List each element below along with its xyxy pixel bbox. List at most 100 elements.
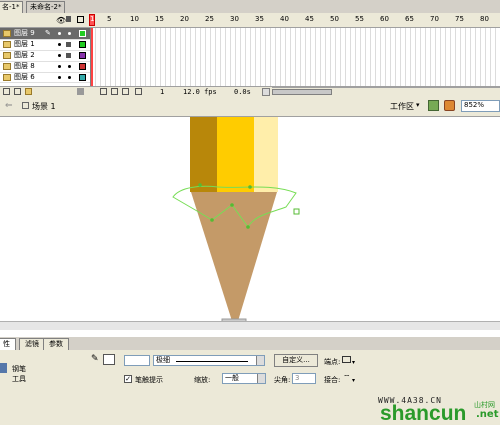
visibility-dot[interactable]	[58, 43, 61, 46]
ruler-tick: 15	[155, 15, 164, 23]
lock-dot[interactable]	[68, 32, 71, 35]
visibility-dot[interactable]	[58, 65, 61, 68]
join-label: 接合:	[324, 376, 341, 384]
outline-color-box[interactable]	[79, 63, 86, 70]
outline-color-box[interactable]	[79, 41, 86, 48]
ruler-tick: 35	[255, 15, 264, 23]
ruler-tick: 70	[430, 15, 439, 23]
scene-icon	[22, 102, 29, 109]
visibility-dot[interactable]	[58, 76, 61, 79]
miter-field[interactable]: 3	[292, 373, 316, 384]
chevron-down-icon[interactable]	[256, 356, 264, 365]
ruler-tick: 55	[355, 15, 364, 23]
lock-icon[interactable]	[66, 42, 71, 47]
layer-row[interactable]: 图层 6	[0, 72, 90, 83]
layer-icon	[3, 52, 11, 59]
center-frame-icon[interactable]	[100, 88, 107, 95]
chevron-down-icon[interactable]: ▾	[352, 359, 355, 366]
cap-label: 端点:	[324, 358, 341, 366]
timeline-scrollbar[interactable]	[272, 87, 500, 97]
visibility-dot[interactable]	[58, 54, 61, 57]
lock-dot[interactable]	[68, 76, 71, 79]
onion-outline-icon[interactable]	[122, 88, 129, 95]
scale-label: 缩放:	[194, 376, 211, 384]
ruler-tick: 40	[280, 15, 289, 23]
zoom-field[interactable]: 852%	[461, 100, 500, 112]
tab-properties[interactable]: 性	[0, 338, 16, 350]
stage-canvas[interactable]	[0, 117, 500, 327]
properties-panel: 钢笔 工具 ✎ 极细 自定义... 端点: ▾ ✓ 笔触提示 缩放: 一般 尖角…	[0, 350, 500, 425]
stroke-style-preview	[176, 361, 248, 362]
doc-tab-2[interactable]: 未命名-2*	[26, 1, 66, 13]
ruler-tick: 50	[330, 15, 339, 23]
stroke-hint-label: 笔触提示	[135, 376, 163, 384]
layer-list: 图层 9 ✎ 图层 1 图层 2 图层 8 图层 6	[0, 28, 91, 86]
stroke-color-swatch[interactable]	[103, 354, 115, 365]
pencil-dark-stripe	[190, 117, 217, 192]
layer-name: 图层 8	[14, 62, 35, 70]
chevron-down-icon[interactable]: ▾	[352, 377, 355, 384]
delete-layer-icon[interactable]	[77, 88, 84, 95]
outline-color-box[interactable]	[79, 30, 86, 37]
lock-icon[interactable]	[66, 16, 71, 22]
handle-point	[293, 208, 300, 215]
doc-tab-1[interactable]: 名-1*	[0, 1, 24, 13]
pencil-light-stripe	[254, 117, 278, 192]
add-folder-icon[interactable]	[25, 88, 32, 95]
outline-color-box[interactable]	[79, 74, 86, 81]
ruler-tick: 75	[455, 15, 464, 23]
visibility-dot[interactable]	[58, 32, 61, 35]
ruler-tick: 80	[480, 15, 489, 23]
watermark-net: .net	[476, 409, 499, 420]
ruler-tick: 60	[380, 15, 389, 23]
tab-filters[interactable]: 滤镜	[19, 338, 45, 350]
lock-dot[interactable]	[68, 65, 71, 68]
layer-name: 图层 1	[14, 40, 35, 48]
stroke-style-select[interactable]: 极细	[153, 355, 265, 366]
ruler-tick: 30	[230, 15, 239, 23]
edit-scene-icon[interactable]	[428, 100, 439, 111]
onion-skin-icon[interactable]	[111, 88, 118, 95]
custom-button[interactable]: 自定义...	[274, 354, 318, 367]
edit-symbol-icon[interactable]	[444, 100, 455, 111]
chevron-down-icon[interactable]: ▾	[416, 101, 420, 109]
add-guide-icon[interactable]	[14, 88, 21, 95]
pen-tool-icon	[0, 363, 7, 373]
outline-icon[interactable]	[77, 16, 84, 23]
scale-select[interactable]: 一般	[222, 373, 266, 384]
stroke-hint-checkbox[interactable]: ✓	[124, 375, 132, 383]
layer-icon	[3, 74, 11, 81]
chevron-down-icon[interactable]	[257, 374, 265, 383]
back-arrow-icon[interactable]: ⇐	[5, 101, 13, 111]
edit-multiple-icon[interactable]	[135, 88, 142, 95]
panel-tab-bar: 性 滤镜 参数	[0, 337, 500, 351]
anchor-point	[198, 183, 202, 187]
current-frame: 1	[160, 88, 165, 96]
stroke-pencil-icon: ✎	[91, 354, 99, 364]
frame-grid[interactable]	[91, 28, 500, 86]
layer-name: 图层 6	[14, 73, 35, 81]
eye-icon[interactable]: 👁	[56, 16, 66, 25]
ruler-tick: 10	[130, 15, 139, 23]
stroke-width-field[interactable]	[124, 355, 150, 366]
outline-color-box[interactable]	[79, 52, 86, 59]
add-layer-icon[interactable]	[3, 88, 10, 95]
pencil-cone	[191, 192, 277, 321]
layer-icon	[3, 30, 11, 37]
join-style-icon[interactable]: ⌔	[343, 373, 351, 383]
ruler-tick: 45	[305, 15, 314, 23]
lock-icon[interactable]	[66, 53, 71, 58]
layer-icon	[3, 41, 11, 48]
scene-bar: ⇐ 场景 1 工作区 ▾ 852%	[0, 97, 500, 117]
stage-scrollbar[interactable]	[0, 321, 500, 330]
ruler-tick: 25	[205, 15, 214, 23]
scene-name: 场景 1	[32, 102, 56, 111]
workspace-menu[interactable]: 工作区	[390, 101, 414, 112]
miter-label: 尖角:	[274, 376, 291, 384]
scroll-left-button[interactable]	[262, 88, 270, 96]
ruler-tick: 65	[405, 15, 414, 23]
cap-style-icon[interactable]	[342, 356, 351, 363]
tab-parameters[interactable]: 参数	[43, 338, 69, 350]
anchor-point	[210, 218, 214, 222]
layer-icon	[3, 63, 11, 70]
